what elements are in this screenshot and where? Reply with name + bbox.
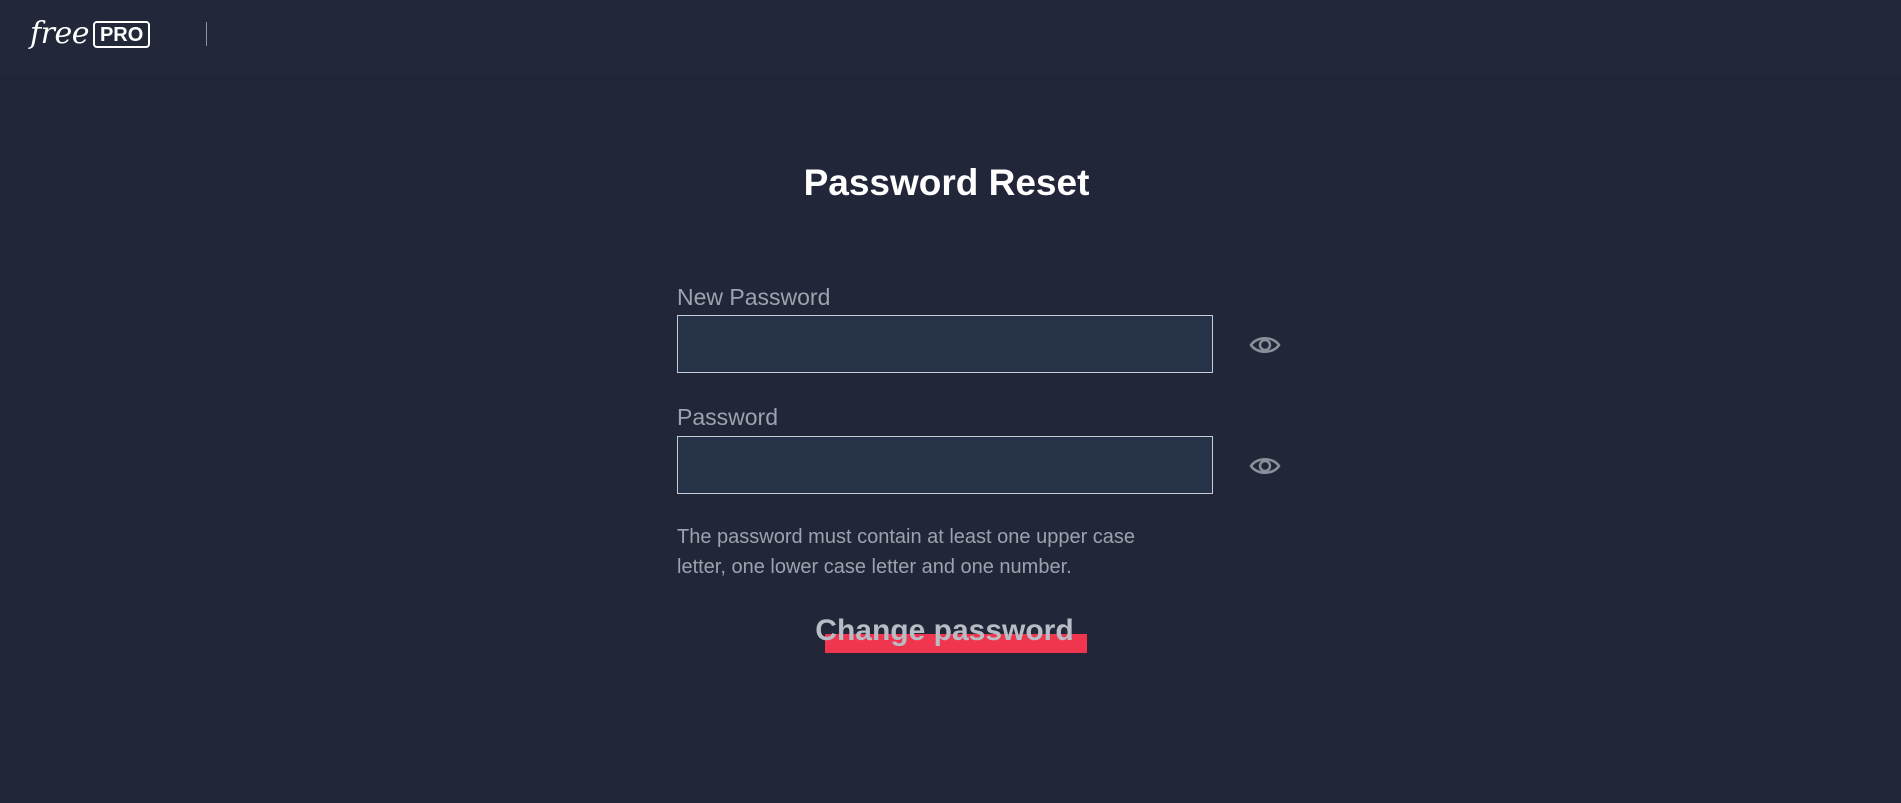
password-label: Password — [677, 404, 778, 430]
free-pro-logo[interactable]: free PRO — [30, 16, 151, 51]
new-password-input[interactable] — [677, 315, 1213, 373]
logo-badge: PRO — [92, 20, 151, 48]
password-requirements-hint: The password must contain at least one u… — [677, 522, 1217, 582]
hint-line-1: The password must contain at least one u… — [677, 526, 1136, 548]
change-password-button[interactable]: Change password — [812, 612, 1087, 656]
change-password-label: Change password — [815, 614, 1074, 647]
page-title: Password Reset — [803, 162, 1090, 203]
top-header: free PRO — [0, 0, 1901, 77]
password-input[interactable] — [677, 436, 1213, 494]
eye-icon[interactable] — [1249, 455, 1281, 477]
logo-wordmark: free — [30, 16, 89, 51]
hint-line-2: letter, one lower case letter and one nu… — [677, 556, 1072, 578]
eye-icon[interactable] — [1249, 334, 1281, 356]
header-divider — [206, 22, 207, 46]
new-password-label: New Password — [677, 284, 831, 310]
